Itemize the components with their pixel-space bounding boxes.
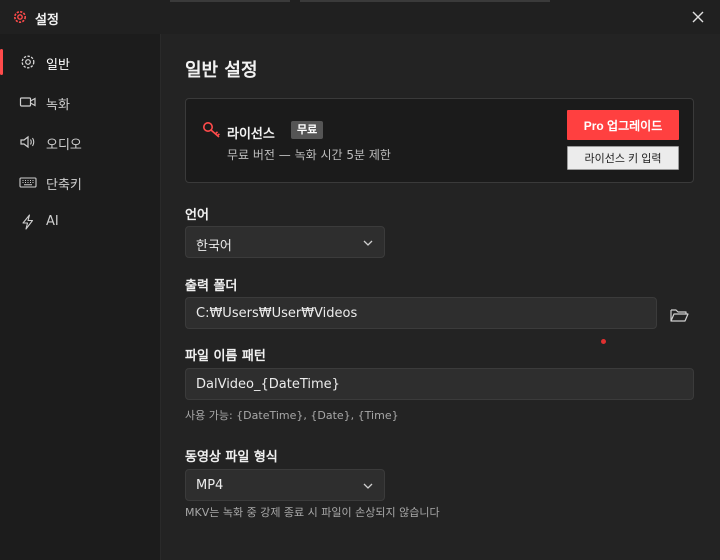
output-folder-input[interactable]: C:₩Users₩User₩Videos xyxy=(185,297,657,329)
video-format-value: MP4 xyxy=(196,478,224,493)
video-camera-icon xyxy=(19,97,36,107)
key-icon xyxy=(203,122,220,138)
enter-license-key-button[interactable]: 라이선스 키 입력 xyxy=(567,146,679,170)
sidebar-item-label: 일반 xyxy=(46,58,70,73)
language-select[interactable]: 한국어 xyxy=(185,226,385,258)
video-format-select[interactable]: MP4 xyxy=(185,469,385,501)
notification-dot xyxy=(601,339,606,344)
window-title: 설정 xyxy=(35,13,59,28)
sidebar-item-general[interactable]: 일반 xyxy=(0,42,160,82)
keyboard-icon xyxy=(19,177,37,188)
video-format-label: 동영상 파일 형식 xyxy=(185,450,278,465)
output-folder-label: 출력 폴더 xyxy=(185,279,238,294)
sidebar-item-label: AI xyxy=(46,214,59,229)
chevron-down-icon xyxy=(363,483,373,489)
speaker-icon xyxy=(20,135,35,149)
sidebar-item-label: 오디오 xyxy=(46,138,82,153)
main-panel: 일반 설정 라이선스 무료 무료 버전 — 녹화 시간 5분 제한 Pro 업그… xyxy=(161,34,720,560)
license-status-badge: 무료 xyxy=(291,121,324,139)
gear-icon xyxy=(14,11,26,23)
title-bar: 설정 xyxy=(0,0,720,34)
license-title: 라이선스 xyxy=(227,127,275,142)
language-value: 한국어 xyxy=(196,239,232,254)
sidebar-item-label: 녹화 xyxy=(46,98,70,113)
filename-pattern-label: 파일 이름 패턴 xyxy=(185,349,266,364)
title-bar-strip xyxy=(170,0,290,2)
chevron-down-icon xyxy=(363,240,373,246)
language-label: 언어 xyxy=(185,208,209,223)
close-icon[interactable] xyxy=(690,9,706,25)
title-bar-strip xyxy=(300,0,550,2)
sidebar-item-shortcuts[interactable]: 단축키 xyxy=(0,162,160,202)
lightning-icon xyxy=(22,214,34,230)
gear-icon xyxy=(21,55,35,69)
pro-upgrade-button[interactable]: Pro 업그레이드 xyxy=(567,110,679,140)
video-format-hint: MKV는 녹화 중 강제 종료 시 파일이 손상되지 않습니다 xyxy=(185,506,440,519)
sidebar-item-recording[interactable]: 녹화 xyxy=(0,82,160,122)
output-folder-value: C:₩Users₩User₩Videos xyxy=(196,306,358,321)
license-description: 무료 버전 — 녹화 시간 5분 제한 xyxy=(227,148,391,162)
filename-pattern-hint: 사용 가능: {DateTime}, {Date}, {Time} xyxy=(185,409,399,422)
sidebar-item-audio[interactable]: 오디오 xyxy=(0,122,160,162)
sidebar-item-ai[interactable]: AI xyxy=(0,202,160,242)
license-card: 라이선스 무료 무료 버전 — 녹화 시간 5분 제한 Pro 업그레이드 라이… xyxy=(185,98,694,183)
folder-open-icon[interactable] xyxy=(667,304,691,326)
filename-pattern-input[interactable]: DalVideo_{DateTime} xyxy=(185,368,694,400)
page-title: 일반 설정 xyxy=(185,60,258,81)
sidebar-item-label: 단축키 xyxy=(46,178,82,193)
filename-pattern-value: DalVideo_{DateTime} xyxy=(196,377,340,392)
sidebar: 일반 녹화 오디오 단축키 AI xyxy=(0,34,161,560)
